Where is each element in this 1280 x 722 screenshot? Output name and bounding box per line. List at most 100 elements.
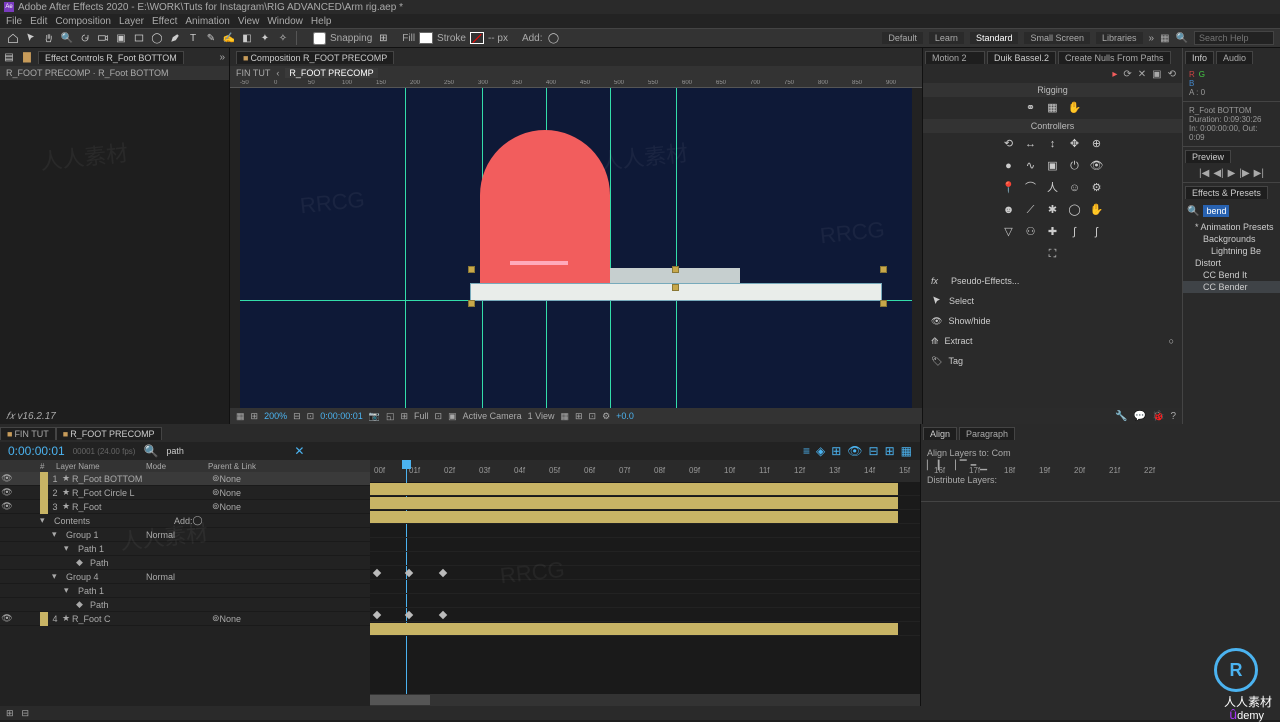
prop-row[interactable]: ◆Path [0,556,370,570]
add-menu-icon[interactable]: ◯ [547,31,561,45]
ctrl-circle-icon[interactable]: ◯ [1068,203,1082,217]
tl-tab-fin[interactable]: ■FIN TUT [0,427,56,440]
transform-handle[interactable] [468,300,475,307]
transform-handle[interactable] [880,266,887,273]
snap-opts-icon[interactable]: ⊞ [376,31,390,45]
play-icon[interactable]: ▶ [1228,168,1236,179]
ctrl-head-icon[interactable]: ☻ [1002,203,1016,217]
ctrl-transform-icon[interactable]: ⛶ [1046,247,1060,261]
crumb-fin-tut[interactable]: FIN TUT [236,68,270,78]
px-aspect-icon[interactable]: ▦ [560,411,569,422]
zoom-icon[interactable]: ▦ [236,411,245,422]
clone-tool[interactable]: ✍ [222,31,236,45]
timeline-zoom-slider[interactable] [370,694,920,706]
home-icon[interactable] [6,31,20,45]
effects-presets-tab[interactable]: Effects & Presets [1185,186,1268,199]
tl-timecode-value[interactable]: 0:00:00:01 [8,444,65,458]
camera-tool[interactable] [96,31,110,45]
search-help-input[interactable] [1194,31,1274,45]
pen-tool[interactable] [168,31,182,45]
puppet-tool[interactable]: ✧ [276,31,290,45]
motion2-tab[interactable]: Motion 2 [925,51,985,64]
ws-learn[interactable]: Learn [929,32,964,44]
status-icon[interactable]: ⊞ [6,708,14,719]
tl-icon[interactable]: ◈ [816,444,825,458]
bug-icon[interactable]: 🐞 [1152,411,1164,422]
prop-row[interactable]: ▾Path 1 [0,584,370,598]
3d-icon[interactable]: ⊡ [435,411,443,422]
timeline-tracks[interactable]: 00f01f02f03f04f05f06f07f08f09f10f11f12f1… [370,460,920,706]
tl-icon[interactable]: ⊞ [831,444,841,458]
ws-default[interactable]: Default [882,32,923,44]
grid-icon[interactable]: ⊞ [400,411,408,422]
rotate-tool[interactable] [78,31,92,45]
ws-standard[interactable]: Standard [970,32,1019,44]
ctrl-hand-icon[interactable]: ✋ [1090,203,1104,217]
tree-backgrounds[interactable]: Backgrounds [1183,233,1280,245]
pseudo-effects-item[interactable]: fxPseudo-Effects... [931,271,1174,291]
stroke-swatch[interactable] [470,32,484,44]
transform-handle[interactable] [468,266,475,273]
prev-frame-icon[interactable]: ◀| [1213,168,1223,179]
menu-composition[interactable]: Composition [55,16,111,27]
structure-icon[interactable]: ▦ [1046,101,1060,115]
camera-icon[interactable]: ▣ [1152,69,1161,80]
layer-row[interactable]: 👁 2 ★R_Foot Circle L ⊚None [0,486,370,500]
ctrl-move-icon[interactable]: ↔ [1024,137,1038,151]
tl-icon[interactable]: 👁 [847,444,862,458]
prop-row[interactable]: ▾Path 1 [0,542,370,556]
tree-lightning[interactable]: Lightning Be [1183,245,1280,257]
transform-handle[interactable] [672,284,679,291]
tl-icon[interactable]: ≡ [803,444,810,458]
composition-view[interactable]: -500501001502002503003504004505005506006… [230,80,922,408]
zoom-tool[interactable]: 🔍 [60,31,74,45]
first-frame-icon[interactable]: |◀ [1199,168,1209,179]
duik-tab[interactable]: Duik Bassel.2 [987,51,1056,64]
showhide-item[interactable]: 👁Show/hide [931,311,1174,331]
layer-row[interactable]: 👁 3 ★R_Foot ⊚None [0,500,370,514]
extract-item[interactable]: ⟰Extract○ [931,331,1174,351]
paragraph-tab[interactable]: Paragraph [959,427,1015,440]
project-folder-icon[interactable]: ▇ [20,50,34,64]
fill-swatch[interactable] [419,32,433,44]
resolution-value[interactable]: Full [414,411,429,421]
tree-cc-bender[interactable]: CC Bender [1183,281,1280,293]
tl-icon[interactable]: ⊟ [869,444,879,458]
ctrl-drop-icon[interactable]: ● [1002,159,1016,173]
transform-handle[interactable] [880,300,887,307]
selection-tool[interactable] [24,31,38,45]
ctrl-updown-icon[interactable]: ↕ [1046,137,1060,151]
tl-icon[interactable]: ▦ [901,444,912,458]
ctrl-arc-icon[interactable]: ⌒ [1024,181,1038,195]
help-icon[interactable]: ? [1170,411,1176,422]
ctrl-rotate-icon[interactable]: ⟲ [1002,137,1016,151]
current-time[interactable]: 0:00:00:01 [320,411,363,421]
resolution-menu-icon[interactable]: ⊟ [293,411,301,422]
chat-icon[interactable]: 💬 [1134,411,1146,422]
tree-cc-bend-it[interactable]: CC Bend It [1183,269,1280,281]
align-bottom-icon[interactable]: ▁ [980,460,987,471]
stroke-px[interactable]: -- px [488,33,508,44]
next-frame-icon[interactable]: |▶ [1239,168,1249,179]
ctrl-torso-icon[interactable]: ▽ [1002,225,1016,239]
ctrl-leg-icon[interactable]: ⟋ [1024,203,1038,217]
project-icon[interactable]: ▤ [2,50,16,64]
preview-tab[interactable]: Preview [1185,150,1231,163]
menu-view[interactable]: View [238,16,260,27]
ctrl-flame-icon[interactable]: ∫ [1068,225,1082,239]
text-tool[interactable]: T [186,31,200,45]
menu-animation[interactable]: Animation [185,16,229,27]
ctrl-child-icon[interactable]: ⚇ [1024,225,1038,239]
prop-row[interactable]: ◆Path [0,598,370,612]
red-flag-icon[interactable]: ▸ [1112,69,1117,80]
pan-behind-tool[interactable]: ▣ [114,31,128,45]
person-icon[interactable]: ✋ [1068,101,1082,115]
exposure-value[interactable]: +0.0 [616,411,634,421]
ctrl-box-icon[interactable]: ▣ [1046,159,1060,173]
menu-file[interactable]: File [6,16,22,27]
align-tab[interactable]: Align [923,427,957,440]
comp-tab[interactable]: ■Composition R_FOOT PRECOMP [236,51,394,64]
ctrl-body-icon[interactable]: 人 [1046,181,1060,195]
ctrl-eye-icon[interactable]: 👁 [1090,159,1104,173]
last-frame-icon[interactable]: ▶| [1254,168,1264,179]
